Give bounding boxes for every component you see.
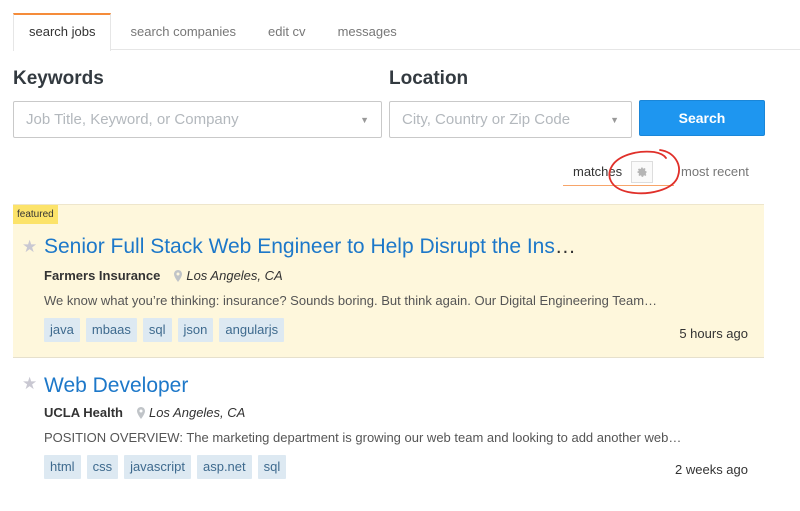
- dropdown-caret-icon[interactable]: ▼: [360, 115, 369, 125]
- tag[interactable]: sql: [142, 318, 172, 342]
- posted-time: 2 weeks ago: [675, 462, 748, 477]
- location-pin-icon: [174, 269, 183, 282]
- job-title-text[interactable]: Web Developer: [44, 374, 188, 397]
- job-description: POSITION OVERVIEW: The marketing departm…: [44, 430, 682, 445]
- tab-messages[interactable]: messages: [322, 13, 413, 50]
- tab-search-companies[interactable]: search companies: [111, 13, 252, 50]
- job-location: Los Angeles, CA: [148, 405, 246, 420]
- sort-most-recent[interactable]: most recent: [681, 164, 749, 179]
- location-pin-icon: [136, 406, 145, 419]
- location-input[interactable]: City, Country or Zip Code ▼: [389, 101, 632, 138]
- keywords-input[interactable]: Job Title, Keyword, or Company ▼: [13, 101, 382, 138]
- location-placeholder: City, Country or Zip Code: [402, 111, 571, 128]
- job-meta: UCLA Health Los Angeles, CA: [44, 405, 245, 420]
- star-icon[interactable]: ★: [22, 374, 37, 394]
- job-tags: java mbaas sql json angularjs: [44, 318, 285, 342]
- job-meta: Farmers Insurance Los Angeles, CA: [44, 268, 283, 283]
- tag[interactable]: css: [86, 455, 119, 479]
- location-label: Location: [389, 68, 469, 89]
- tag[interactable]: javascript: [124, 455, 191, 479]
- tag[interactable]: java: [44, 318, 80, 342]
- job-tags: html css javascript asp.net sql: [44, 455, 287, 479]
- star-icon[interactable]: ★: [22, 237, 37, 257]
- keywords-label: Keywords: [13, 68, 104, 89]
- job-card-featured[interactable]: featured ★ Senior Full Stack Web Enginee…: [13, 204, 764, 358]
- keywords-placeholder: Job Title, Keyword, or Company: [26, 111, 239, 128]
- posted-time: 5 hours ago: [679, 326, 748, 341]
- tab-edit-cv[interactable]: edit cv: [252, 13, 322, 50]
- tag[interactable]: mbaas: [85, 318, 137, 342]
- job-title-link[interactable]: Web Developer: [44, 374, 188, 398]
- company-name[interactable]: Farmers Insurance: [44, 268, 160, 283]
- job-card[interactable]: ★ Web Developer UCLA Health Los Angeles,…: [13, 366, 764, 486]
- tab-search-jobs[interactable]: search jobs: [13, 13, 112, 51]
- title-ellipsis: …: [554, 235, 576, 258]
- tab-bar: search jobs search companies edit cv mes…: [13, 13, 800, 51]
- company-name[interactable]: UCLA Health: [44, 405, 123, 420]
- tag[interactable]: json: [177, 318, 214, 342]
- dropdown-caret-icon[interactable]: ▼: [610, 115, 619, 125]
- sort-matches-label[interactable]: matches: [573, 164, 622, 179]
- search-button[interactable]: Search: [639, 100, 765, 136]
- job-title-text[interactable]: Senior Full Stack Web Engineer to Help D…: [44, 235, 555, 258]
- job-title-link[interactable]: Senior Full Stack Web Engineer to Help D…: [44, 235, 576, 259]
- tag[interactable]: asp.net: [196, 455, 252, 479]
- job-location: Los Angeles, CA: [186, 268, 283, 283]
- tag[interactable]: angularjs: [219, 318, 285, 342]
- gear-icon: [637, 167, 647, 177]
- match-settings-button[interactable]: [631, 161, 653, 183]
- sort-matches-tab[interactable]: matches: [563, 160, 674, 186]
- tag[interactable]: sql: [257, 455, 287, 479]
- job-description: We know what you’re thinking: insurance?…: [44, 293, 658, 308]
- tag[interactable]: html: [44, 455, 81, 479]
- featured-badge: featured: [13, 205, 58, 224]
